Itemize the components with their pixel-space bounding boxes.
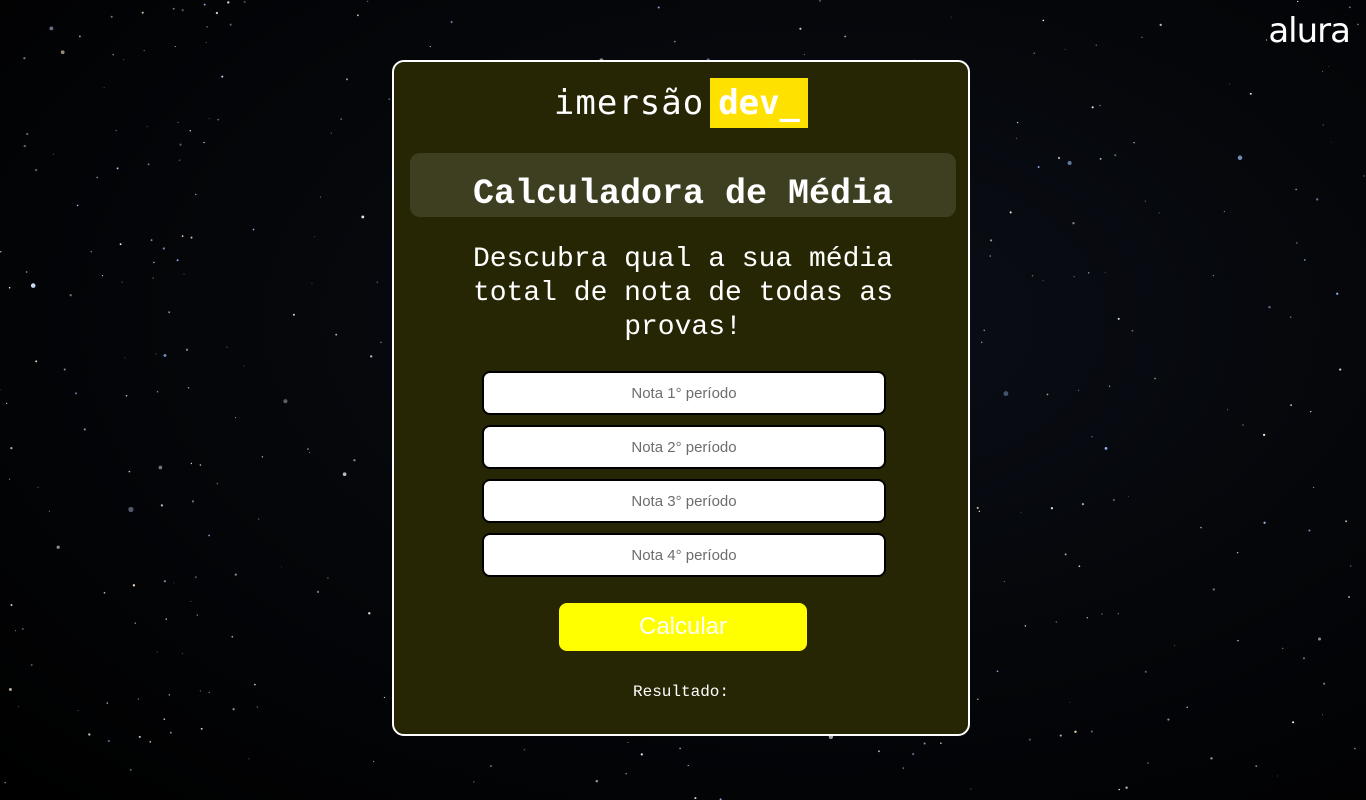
result-label: Resultado: <box>632 683 729 701</box>
calculate-button[interactable]: Calcular <box>559 603 807 651</box>
grade-input-4[interactable] <box>482 533 886 577</box>
description-text: Descubra qual a sua média total de nota … <box>472 244 894 343</box>
logo-word: imersão <box>553 83 705 123</box>
alura-logo: alura <box>1268 11 1351 51</box>
calculator-card: imersão dev_ Calculadora de Média Descub… <box>392 60 970 736</box>
grade-input-3[interactable] <box>482 479 886 523</box>
grade-input-2[interactable] <box>482 425 886 469</box>
imersao-dev-logo: imersão dev_ <box>394 78 968 128</box>
logo-highlight: dev_ <box>710 78 809 128</box>
grade-input-1[interactable] <box>482 371 886 415</box>
title-box: Calculadora de Média <box>410 153 956 217</box>
page-title: Calculadora de Média <box>472 174 894 214</box>
